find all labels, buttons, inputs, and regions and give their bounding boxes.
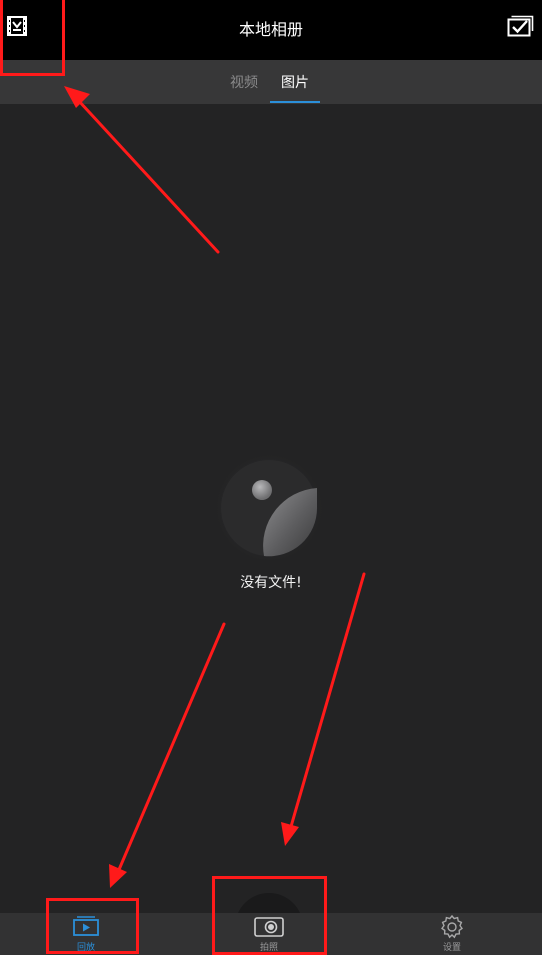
tab-photo-label: 图片	[281, 75, 309, 91]
tab-video-label: 视频	[230, 75, 258, 91]
annotation-box-top-left	[0, 0, 65, 76]
empty-state-message: 没有文件!	[240, 575, 302, 591]
tab-video[interactable]: 视频	[222, 60, 266, 104]
annotation-box-camera	[212, 876, 327, 955]
arrow-to-top-left	[64, 86, 220, 254]
active-tab-indicator	[270, 101, 320, 103]
nav-label-settings: 设置	[442, 943, 461, 953]
media-tabs: 视频 图片	[0, 60, 542, 104]
nav-item-settings[interactable]: 设置	[422, 913, 482, 955]
multi-select-check-icon	[507, 14, 535, 42]
tab-photo[interactable]: 图片	[270, 60, 320, 104]
empty-lens-icon	[214, 453, 324, 563]
annotation-box-playback	[46, 898, 139, 954]
app-screen: 本地相册 视频 图片 没有文件! 回放 拍照 设置	[0, 0, 542, 955]
gear-icon	[439, 914, 465, 944]
multi-select-button[interactable]	[506, 14, 536, 42]
top-app-bar: 本地相册	[0, 0, 542, 60]
arrow-to-playback	[109, 622, 226, 888]
page-title: 本地相册	[238, 20, 303, 39]
arrow-to-camera	[281, 572, 366, 846]
